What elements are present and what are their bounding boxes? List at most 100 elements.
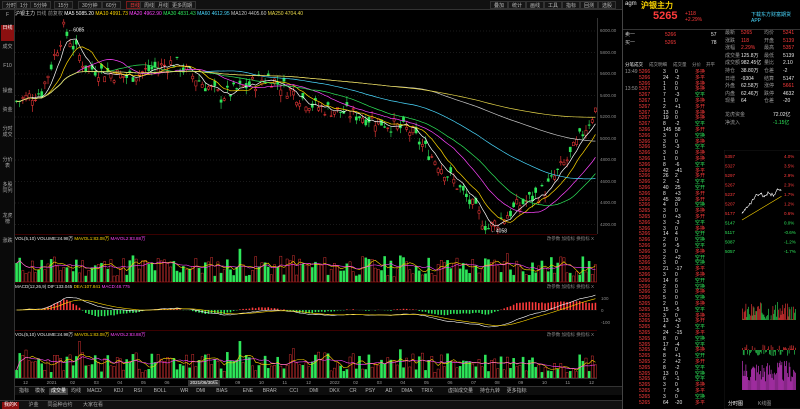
indicator-tab-20[interactable]: TRIX bbox=[419, 388, 434, 395]
volume_panel-tool-0[interactable]: 改参数 bbox=[547, 236, 562, 241]
volume_panel-tool-2[interactable]: 换指标 bbox=[576, 236, 591, 241]
indicator-tab-12[interactable]: BRAR bbox=[261, 388, 279, 395]
mini-bottom-tab-0[interactable]: 分时图 bbox=[728, 400, 743, 407]
mini-macd-bar bbox=[780, 350, 782, 355]
indicator-tab-2[interactable]: 成交量 bbox=[49, 388, 69, 395]
left-nav-7[interactable]: 分价表 bbox=[1, 157, 14, 179]
left-nav-6[interactable]: 分时成交 bbox=[1, 126, 14, 154]
trade-tab-1[interactable]: 成交明细 bbox=[649, 62, 667, 68]
indicator-tab-23[interactable]: 更多指标 bbox=[505, 388, 529, 395]
vol2-panel-tools[interactable]: 改参数 加指标 换指标 X bbox=[547, 331, 594, 338]
left-nav-4[interactable]: 操盘 bbox=[1, 88, 14, 104]
indicator-tab-16[interactable]: CR bbox=[347, 388, 358, 395]
period-tab-3[interactable]: 15分 bbox=[54, 1, 73, 9]
left-nav-9[interactable]: 龙虎榜 bbox=[1, 213, 14, 235]
candle-body bbox=[232, 82, 235, 85]
indicator-tab-14[interactable]: DMI bbox=[307, 388, 320, 395]
vol2_panel-tool-1[interactable]: 加指标 bbox=[561, 332, 576, 337]
period-tab-9[interactable]: 更多周期 bbox=[168, 1, 197, 9]
toolbar-right-4[interactable]: 指标 bbox=[562, 1, 581, 9]
volume_panel-tool-1[interactable]: 加指标 bbox=[561, 236, 576, 241]
toolbar-right-3[interactable]: 工具 bbox=[544, 1, 563, 9]
left-nav-5[interactable]: 资金 bbox=[1, 107, 14, 123]
indicator-tab-13[interactable]: CCI bbox=[287, 388, 300, 395]
indicator-tab-4[interactable]: MACD bbox=[85, 388, 104, 395]
toolbar-right-6[interactable]: 选股 bbox=[598, 1, 617, 9]
indicator-tab-11[interactable]: ENE bbox=[241, 388, 255, 395]
mini-pct-tick-9: -1.2% bbox=[784, 240, 796, 245]
vol2_panel-tool-0[interactable]: 改参数 bbox=[547, 332, 562, 337]
left-nav-0[interactable]: F bbox=[1, 12, 14, 22]
indicator-tab-7[interactable]: BOLL bbox=[152, 388, 169, 395]
indicator-tab-22[interactable]: 持仓九转 bbox=[478, 388, 502, 395]
indicator-tab-21[interactable]: 虚拟成交量 bbox=[446, 388, 475, 395]
indicator-tab-18[interactable]: AD bbox=[383, 388, 394, 395]
indicator-tab-1[interactable]: 模板 bbox=[33, 388, 47, 395]
volume-bar bbox=[210, 364, 213, 378]
vol2_panel-tool-2[interactable]: 换指标 bbox=[576, 332, 591, 337]
indicator-tab-19[interactable]: DMA bbox=[399, 388, 414, 395]
macd-tick-2: -100 bbox=[601, 320, 611, 325]
trade-tab-3[interactable]: 分价 bbox=[692, 62, 701, 68]
volume-bar bbox=[159, 260, 163, 282]
volume-bar bbox=[524, 274, 528, 282]
candle-body bbox=[581, 134, 585, 137]
volume_panel-tool-3[interactable]: X bbox=[591, 236, 594, 241]
mini-macd-bar bbox=[766, 350, 767, 352]
mini-kdj-bar bbox=[748, 380, 749, 390]
left-nav-3[interactable]: F10 bbox=[1, 63, 14, 85]
left-nav-2[interactable]: 成交 bbox=[1, 44, 14, 60]
candle-body bbox=[59, 45, 62, 47]
trade-tab-0[interactable]: 分笔成交 bbox=[625, 62, 643, 68]
period-tab-5[interactable]: 60分 bbox=[102, 1, 121, 9]
status-tab-2[interactable]: 同品种合约 bbox=[46, 402, 75, 409]
indicator-tab-0[interactable]: 指标 bbox=[17, 388, 31, 395]
volume-panel-tools[interactable]: 改参数 加指标 换指标 X bbox=[547, 235, 594, 242]
indicator-tab-5[interactable]: KDJ bbox=[112, 388, 125, 395]
mini-macd-bar bbox=[744, 347, 746, 350]
macd_panel-tool-3[interactable]: X bbox=[591, 284, 594, 289]
trade-tab-2[interactable]: 成交量 bbox=[673, 62, 687, 68]
macd_panel-tool-2[interactable]: 换指标 bbox=[576, 284, 591, 289]
volume-bar bbox=[137, 268, 141, 282]
macd_panel-tool-1[interactable]: 加指标 bbox=[561, 284, 576, 289]
volume-bar bbox=[232, 275, 235, 282]
mini-vol-bar bbox=[749, 314, 750, 320]
macd-panel-tools[interactable]: 改参数 加指标 换指标 X bbox=[547, 283, 594, 290]
period-tab-2[interactable]: 5分钟 bbox=[30, 1, 51, 9]
period-tab-4[interactable]: 30分钟 bbox=[78, 1, 102, 9]
macd_panel-tool-0[interactable]: 改参数 bbox=[547, 284, 562, 289]
adjust-label[interactable]: 前复权 bbox=[48, 11, 63, 17]
left-nav-10[interactable]: 涨跌 bbox=[1, 238, 14, 254]
vol2_panel-tool-3[interactable]: X bbox=[591, 332, 594, 337]
indicator-tab-8[interactable]: WR bbox=[178, 388, 190, 395]
left-nav-8[interactable]: 多股同列 bbox=[1, 182, 14, 210]
left-nav-1[interactable]: 日线 bbox=[1, 25, 14, 41]
toolbar-right-5[interactable]: 回测 bbox=[580, 1, 599, 9]
volume-bar bbox=[509, 368, 512, 378]
status-tab-3[interactable]: 大家在看 bbox=[81, 402, 105, 409]
volume-bar bbox=[137, 368, 141, 378]
indicator-tab-3[interactable]: 均线 bbox=[69, 388, 83, 395]
toolbar-right-2[interactable]: 画线 bbox=[526, 1, 545, 9]
volume-bar bbox=[251, 270, 254, 282]
candlestick-chart[interactable]: ←6085←4058 bbox=[15, 18, 597, 234]
candle-body bbox=[78, 55, 81, 61]
mini-bottom-tab-1[interactable]: K线图 bbox=[758, 400, 771, 407]
volume-bar bbox=[109, 259, 113, 282]
intraday-mini-chart[interactable]: 5357 4.0% 5327 3.5% 5297 2.9% 5267 2.3% 5237 1.7%… bbox=[724, 150, 800, 409]
indicator-tab-6[interactable]: RSI bbox=[132, 388, 144, 395]
status-tab-0[interactable]: 我的K bbox=[2, 402, 20, 409]
toolbar-right-1[interactable]: 统计 bbox=[508, 1, 527, 9]
mini-macd-bar bbox=[769, 350, 770, 355]
status-tab-1[interactable]: 沪金 bbox=[27, 402, 41, 409]
mini-macd-bar bbox=[793, 345, 794, 350]
toolbar-right-0[interactable]: 叠加 bbox=[490, 1, 509, 9]
indicator-tab-15[interactable]: DKX bbox=[327, 388, 341, 395]
mini-kdj-bar bbox=[761, 364, 763, 390]
download-app-link[interactable]: 下载东方财富期货APP bbox=[751, 11, 800, 24]
indicator-tab-17[interactable]: PSY bbox=[363, 388, 377, 395]
indicator-tab-9[interactable]: DMI bbox=[194, 388, 207, 395]
trade-tab-4[interactable]: 开平 bbox=[706, 62, 715, 68]
indicator-tab-10[interactable]: BIAS bbox=[214, 388, 229, 395]
